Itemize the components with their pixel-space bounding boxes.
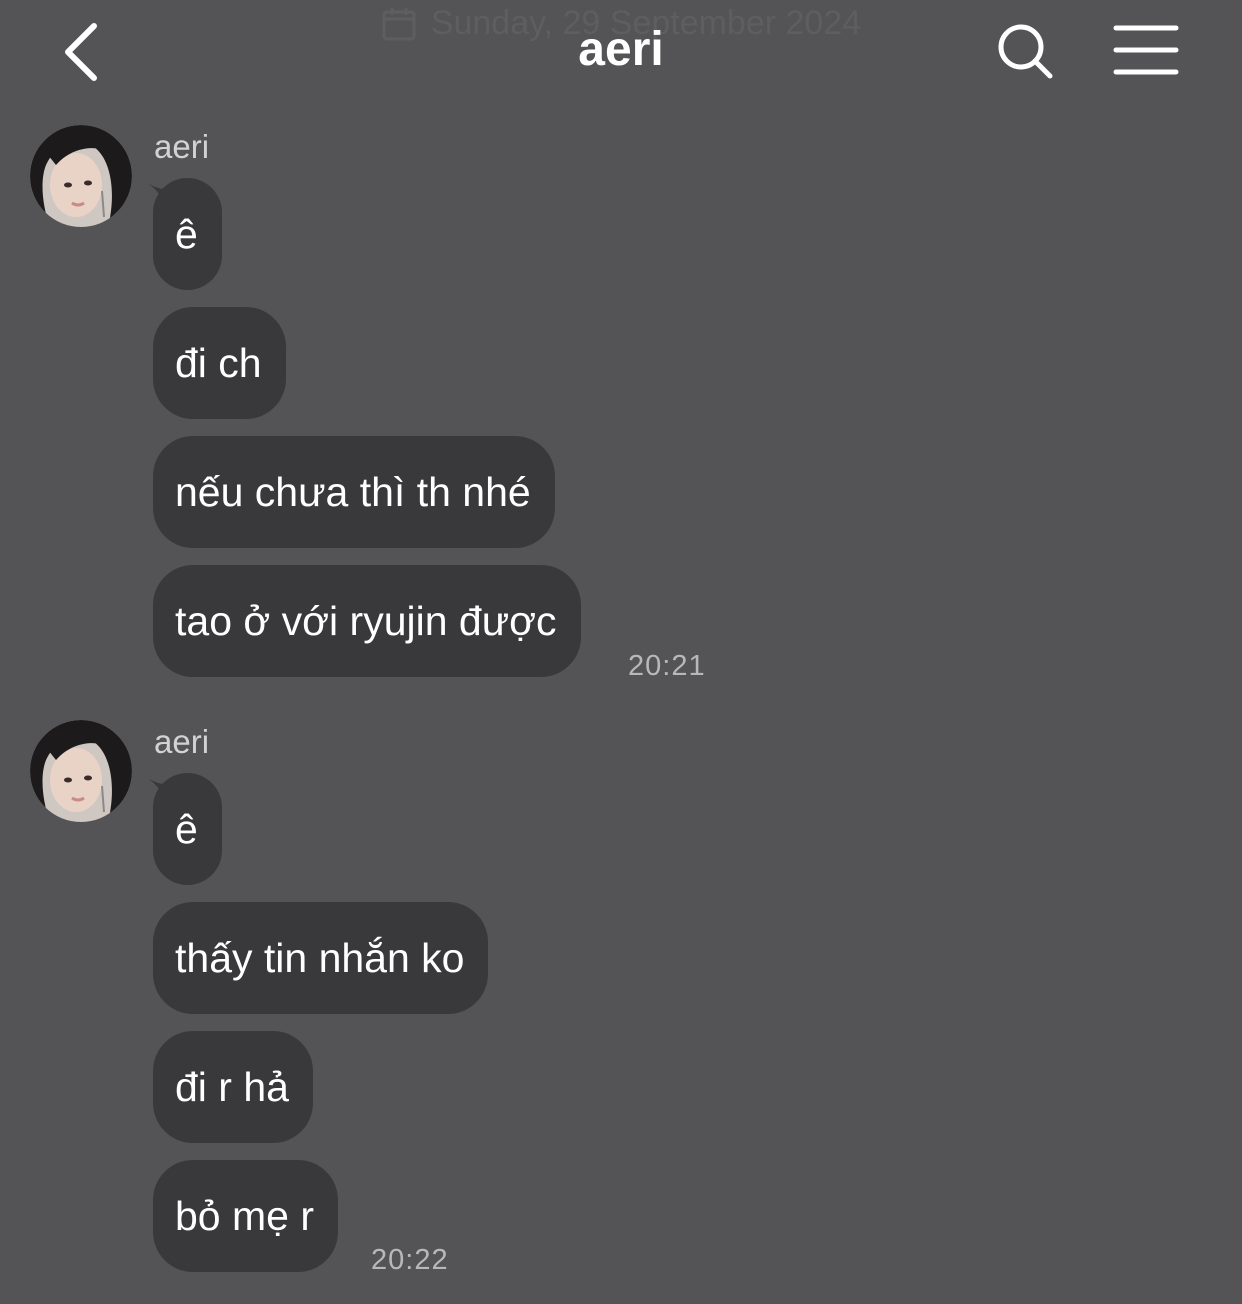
sender-name: aeri <box>154 128 210 165</box>
message-bubble[interactable]: ê <box>153 773 222 885</box>
chat-header: Sunday, 29 September 2024 aeri <box>0 0 1242 100</box>
message-timestamp: 20:22 <box>371 1244 449 1276</box>
search-icon <box>998 24 1053 79</box>
avatar[interactable] <box>30 125 132 227</box>
search-button[interactable] <box>994 20 1058 84</box>
message-bubble[interactable]: nếu chưa thì th nhé <box>153 436 555 548</box>
avatar[interactable] <box>30 720 132 822</box>
message-bubble[interactable]: đi ch <box>153 307 286 419</box>
menu-button[interactable] <box>1112 22 1180 78</box>
message-bubble[interactable]: bỏ mẹ r <box>153 1160 338 1272</box>
message-bubble[interactable]: thấy tin nhắn ko <box>153 902 489 1014</box>
message-bubble[interactable]: tao ở với ryujin được <box>153 565 581 677</box>
hamburger-menu-icon <box>1113 25 1179 75</box>
message-bubble[interactable]: ê <box>153 178 222 290</box>
message-bubble[interactable]: đi r hả <box>153 1031 313 1143</box>
message-timestamp: 20:21 <box>628 650 706 682</box>
sender-name: aeri <box>154 723 210 760</box>
